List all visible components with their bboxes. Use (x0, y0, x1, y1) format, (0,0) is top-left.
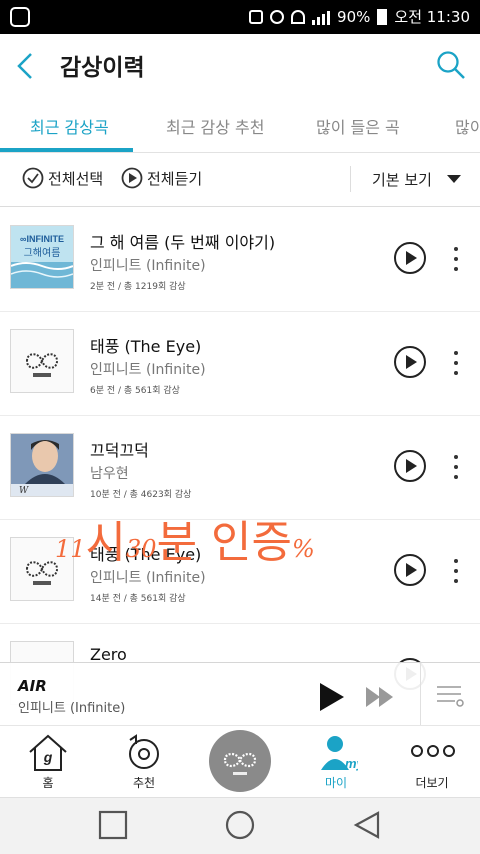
song-title: 끄덕끄덕 (90, 441, 149, 460)
battery-percent: 90% (337, 7, 371, 26)
nav-more-label: 더보기 (415, 776, 449, 790)
bottom-nav: g 홈 추천 my 마이 더보기 (0, 725, 480, 798)
disc-recommend-icon (129, 734, 159, 769)
more-options-icon[interactable] (446, 557, 466, 585)
nav-recommend[interactable]: 추천 (96, 726, 192, 798)
now-playing-album-button[interactable] (209, 730, 271, 792)
handwritten-overlay: 11시30분 인증% (55, 517, 315, 568)
svg-text:그해여름: 그해여름 (24, 246, 61, 259)
alarm-icon (270, 9, 285, 24)
battery-icon (377, 8, 388, 25)
song-artist: 인피니트 (Infinite) (90, 362, 206, 378)
play-all-button[interactable]: 전체듣기 (121, 167, 202, 189)
play-button[interactable] (394, 242, 426, 274)
view-mode-select[interactable]: 기본 보기 (372, 169, 432, 190)
song-artist: 남우현 (90, 466, 129, 482)
tab-bar: 최근 감상곡 최근 감상 추천 많이 들은 곡 많이 (0, 96, 480, 153)
album-art-icon (223, 752, 257, 775)
vibrate-icon (249, 9, 264, 24)
queue-icon (437, 686, 464, 707)
song-row[interactable]: ∞INFINITE 그해여름 그 해 여름 (두 번째 이야기) 인피니트 (I… (0, 207, 480, 312)
nav-more[interactable]: 더보기 (384, 726, 480, 798)
clock: 오전 11:30 (394, 8, 470, 26)
home-icon: g (29, 734, 67, 771)
play-button[interactable] (394, 450, 426, 482)
song-play-meta: 2분 전 / 총 1219회 감상 (90, 282, 186, 292)
play-button[interactable] (394, 554, 426, 586)
tab-most-played[interactable]: 많이 들은 곡 (316, 114, 400, 138)
next-track-icon[interactable] (366, 687, 396, 707)
nav-my-label: 마이 (324, 776, 348, 790)
song-artist: 인피니트 (Infinite) (90, 570, 206, 586)
recent-apps-icon[interactable] (98, 810, 128, 840)
play-circle-icon (121, 167, 143, 189)
now-playing-title: AIR (18, 677, 47, 695)
more-options-icon[interactable] (446, 245, 466, 273)
song-row[interactable]: 태풍 (The Eye) 인피니트 (Infinite) 6분 전 / 총 56… (0, 311, 480, 416)
nav-my[interactable]: my 마이 (288, 726, 384, 798)
nav-recommend-label: 추천 (132, 776, 156, 790)
svg-text:g: g (43, 749, 53, 765)
system-nav-bar (0, 797, 480, 854)
more-dots-icon (411, 745, 455, 757)
toolbar-divider (350, 166, 351, 192)
more-options-icon[interactable] (446, 349, 466, 377)
status-bar: 90% 오전 11:30 (0, 0, 480, 34)
home-circle-icon[interactable] (224, 809, 256, 841)
page-title: 감상이력 (60, 55, 145, 81)
my-profile-icon: my (321, 736, 358, 771)
signal-icon (312, 9, 331, 25)
select-all-button[interactable]: 전체선택 (22, 167, 103, 189)
play-all-label: 전체듣기 (147, 169, 203, 188)
tab-recent-recommend[interactable]: 최근 감상 추천 (166, 114, 265, 138)
play-icon[interactable] (320, 683, 344, 711)
song-title: 그 해 여름 (두 번째 이야기) (90, 233, 276, 252)
song-artist: 인피니트 (Infinite) (90, 258, 206, 274)
svg-text:∞INFINITE: ∞INFINITE (20, 234, 64, 244)
album-cover: ∞INFINITE 그해여름 (10, 225, 74, 289)
search-icon[interactable] (436, 50, 466, 80)
playlist-queue-button[interactable] (420, 663, 480, 725)
select-all-label: 전체선택 (48, 169, 104, 188)
play-button[interactable] (394, 346, 426, 378)
tab-recent-songs[interactable]: 최근 감상곡 (30, 114, 109, 138)
svg-text:W: W (19, 486, 29, 496)
back-arrow-icon[interactable] (14, 52, 38, 80)
song-title: 태풍 (The Eye) (90, 337, 202, 356)
app-notification-icon (10, 7, 30, 27)
tab-more-partial[interactable]: 많이 (455, 114, 480, 138)
nav-home-label: 홈 (42, 776, 54, 790)
album-cover (10, 329, 74, 393)
check-circle-icon (22, 167, 44, 189)
app-header: 감상이력 (0, 34, 480, 96)
album-cover: W (10, 433, 74, 497)
wifi-icon (291, 9, 306, 24)
song-row[interactable]: W 끄덕끄덕 남우현 10분 전 / 총 4623회 감상 (0, 415, 480, 520)
back-triangle-icon[interactable] (352, 810, 382, 840)
nav-home[interactable]: g 홈 (0, 726, 96, 798)
song-play-meta: 6분 전 / 총 561회 감상 (90, 386, 180, 396)
song-play-meta: 14분 전 / 총 561회 감상 (90, 594, 186, 604)
more-options-icon[interactable] (446, 453, 466, 481)
song-play-meta: 10분 전 / 총 4623회 감상 (90, 490, 192, 500)
mini-player[interactable]: AIR 인피니트 (Infinite) (0, 662, 480, 725)
now-playing-artist: 인피니트 (Infinite) (18, 701, 126, 716)
svg-text:my: my (345, 756, 358, 771)
list-toolbar: 전체선택 전체듣기 기본 보기 (0, 152, 480, 207)
dropdown-caret-icon[interactable] (447, 175, 461, 183)
